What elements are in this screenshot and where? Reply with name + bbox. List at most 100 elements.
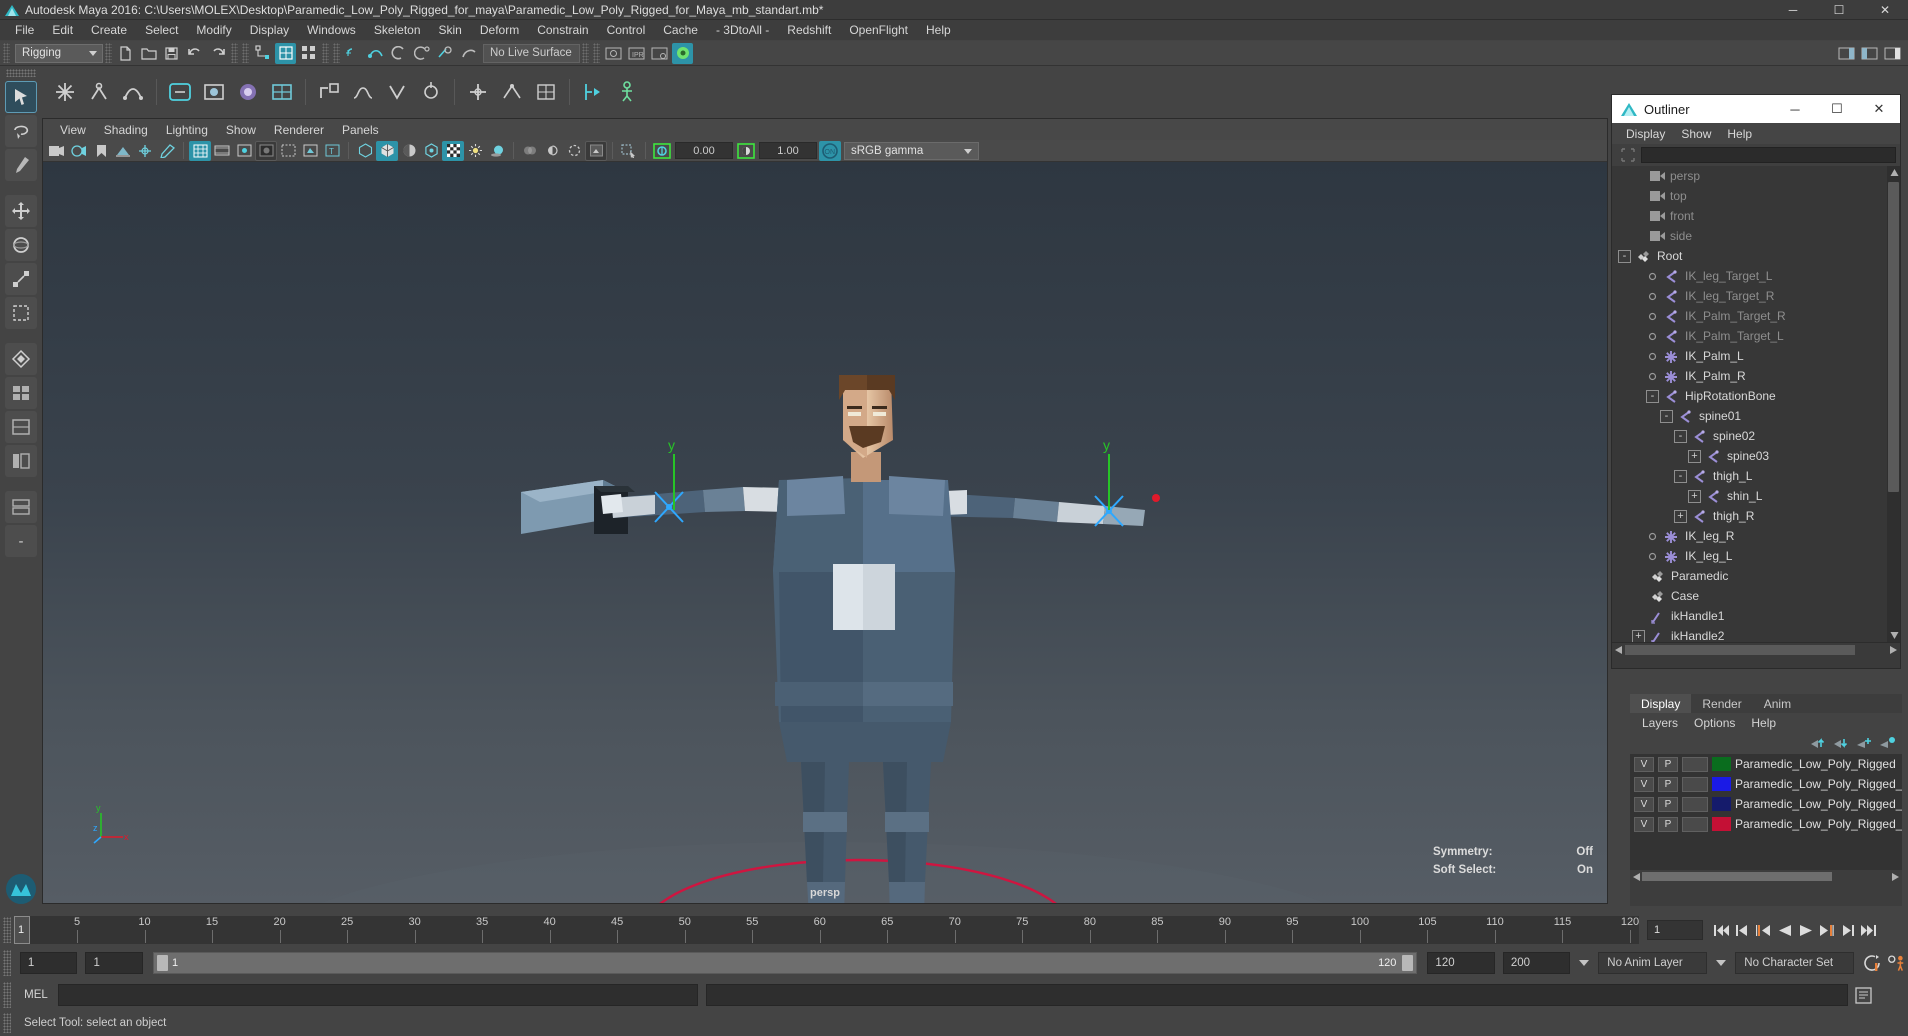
- redo-icon[interactable]: [207, 43, 228, 64]
- move-layer-up-icon[interactable]: [1810, 736, 1827, 750]
- menu-edit[interactable]: Edit: [43, 21, 82, 39]
- point-constraint-icon[interactable]: [348, 77, 378, 107]
- outliner-hscroll-thumb[interactable]: [1625, 645, 1855, 655]
- live-surface-field[interactable]: No Live Surface: [483, 43, 580, 63]
- undo-icon[interactable]: [184, 43, 205, 64]
- range-start-field[interactable]: 1: [85, 952, 143, 974]
- outliner-item[interactable]: IK_leg_Target_L: [1612, 266, 1900, 286]
- layer-state-toggle[interactable]: [1682, 796, 1708, 812]
- step-back-frame-button[interactable]: [1732, 919, 1753, 941]
- layer-playback-toggle[interactable]: P: [1658, 756, 1678, 772]
- outliner-item[interactable]: - HipRotationBone: [1612, 386, 1900, 406]
- command-line-grip[interactable]: [3, 982, 11, 1008]
- layer-editor-hscrollbar[interactable]: [1630, 870, 1902, 883]
- viewport-menu-show[interactable]: Show: [217, 122, 265, 138]
- lattice-deformer-icon[interactable]: [531, 77, 561, 107]
- toolbar-grip[interactable]: [3, 43, 10, 63]
- menu-create[interactable]: Create: [82, 21, 136, 39]
- layer-row[interactable]: V P Paramedic_Low_Poly_Rigged: [1630, 754, 1902, 774]
- menu-file[interactable]: File: [6, 21, 43, 39]
- outliner-item[interactable]: IK_leg_R: [1612, 526, 1900, 546]
- layer-color-swatch[interactable]: [1712, 817, 1731, 831]
- expand-toggle-icon[interactable]: -: [1660, 409, 1673, 423]
- play-forwards-button[interactable]: [1795, 919, 1816, 941]
- gamma-toggle-icon[interactable]: [735, 141, 757, 161]
- layer-visibility-toggle[interactable]: V: [1634, 796, 1654, 812]
- xray-icon[interactable]: [299, 141, 321, 161]
- save-scene-icon[interactable]: [161, 43, 182, 64]
- filter-icon[interactable]: [1620, 147, 1636, 163]
- render-settings-icon[interactable]: [649, 43, 670, 64]
- expand-toggle-icon[interactable]: -: [1674, 429, 1687, 443]
- expand-toggle-icon[interactable]: +: [1674, 509, 1687, 523]
- auto-keyframe-toggle-icon[interactable]: [1862, 952, 1883, 974]
- layer-color-swatch[interactable]: [1712, 757, 1731, 771]
- layer-state-toggle[interactable]: [1682, 816, 1708, 832]
- menu-deform[interactable]: Deform: [471, 21, 528, 39]
- snap-to-grid-icon[interactable]: [343, 43, 364, 64]
- outliner-menu-show[interactable]: Show: [1673, 126, 1719, 142]
- layer-editor-tab-render[interactable]: Render: [1691, 694, 1753, 713]
- resolution-gate-icon[interactable]: [233, 141, 255, 161]
- color-management-toggle-icon[interactable]: ON: [819, 140, 841, 161]
- menu-redshift[interactable]: Redshift: [778, 21, 840, 39]
- create-layer-from-selected-icon[interactable]: [1879, 736, 1896, 750]
- anim-start-field[interactable]: 1: [19, 952, 78, 974]
- orient-constraint-icon[interactable]: [382, 77, 412, 107]
- layer-playback-toggle[interactable]: P: [1658, 776, 1678, 792]
- make-live-icon[interactable]: [458, 43, 479, 64]
- range-slider-grip[interactable]: [3, 950, 11, 976]
- parent-constraint-icon[interactable]: [314, 77, 344, 107]
- outliner-search-input[interactable]: [1641, 147, 1896, 163]
- select-camera-icon[interactable]: [46, 141, 68, 161]
- expand-toggle-icon[interactable]: -: [1618, 249, 1631, 263]
- aim-constraint-icon[interactable]: [416, 77, 446, 107]
- outliner-item[interactable]: IK_Palm_R: [1612, 366, 1900, 386]
- menu-cache[interactable]: Cache: [654, 21, 707, 39]
- new-scene-icon[interactable]: [115, 43, 136, 64]
- anim-layer-selector[interactable]: No Anim Layer: [1598, 952, 1708, 974]
- menu-set-selector[interactable]: Rigging: [15, 43, 103, 63]
- viewport-menu-renderer[interactable]: Renderer: [265, 122, 333, 138]
- cluster-deformer-icon[interactable]: [497, 77, 527, 107]
- outliner-scroll-thumb[interactable]: [1888, 182, 1899, 492]
- layer-row[interactable]: VP Paramedic_Low_Poly_Rigged_Contr: [1630, 774, 1902, 794]
- time-slider-track[interactable]: 1 5 10 15 20 25 30 35 40 45 50 55 60 65 70 75 80 85 90 95 1…: [14, 916, 1639, 944]
- layer-playback-toggle[interactable]: P: [1658, 816, 1678, 832]
- expand-toggle-icon[interactable]: +: [1632, 629, 1645, 642]
- outliner-item[interactable]: - thigh_L: [1612, 466, 1900, 486]
- status-bar-grip[interactable]: [3, 1013, 11, 1033]
- range-end-handle[interactable]: [1402, 955, 1414, 971]
- quick-layout-outliner-icon[interactable]: [5, 445, 37, 477]
- animation-preferences-icon[interactable]: [1887, 952, 1908, 974]
- move-tool[interactable]: [5, 195, 37, 227]
- expand-toggle-icon[interactable]: -: [1646, 389, 1659, 403]
- use-all-lights-icon[interactable]: [420, 141, 442, 161]
- create-deformer-icon[interactable]: [463, 77, 493, 107]
- depth-of-field-icon[interactable]: [563, 141, 585, 161]
- viewport-snapshot-icon[interactable]: [585, 140, 607, 161]
- current-frame-field[interactable]: 1: [1647, 920, 1703, 940]
- skin-weights-tool-icon[interactable]: [267, 77, 297, 107]
- select-tool[interactable]: [5, 81, 37, 113]
- layer-visibility-toggle[interactable]: V: [1634, 816, 1654, 832]
- select-by-hierarchy-icon[interactable]: [252, 43, 273, 64]
- lighting-icon[interactable]: [464, 141, 486, 161]
- script-editor-icon[interactable]: [1854, 984, 1875, 1006]
- select-by-component-icon[interactable]: [298, 43, 319, 64]
- multi-sample-aa-icon[interactable]: [541, 141, 563, 161]
- hypershade-icon[interactable]: [672, 42, 693, 64]
- paint-select-tool[interactable]: [5, 149, 37, 181]
- isolate-select-icon[interactable]: [618, 141, 640, 161]
- lasso-select-tool[interactable]: [5, 115, 37, 147]
- command-output-field[interactable]: [706, 984, 1848, 1006]
- move-layer-down-icon[interactable]: [1833, 736, 1850, 750]
- snap-to-point-icon[interactable]: [389, 43, 410, 64]
- layer-color-swatch[interactable]: [1712, 797, 1731, 811]
- outliner-item[interactable]: + shin_L: [1612, 486, 1900, 506]
- quick-layout-single-icon[interactable]: [5, 377, 37, 409]
- hik-character-icon[interactable]: [612, 77, 642, 107]
- layer-editor-tab-anim[interactable]: Anim: [1752, 694, 1803, 713]
- layer-color-swatch[interactable]: [1712, 777, 1731, 791]
- outliner-minimize-button[interactable]: ─: [1774, 95, 1816, 123]
